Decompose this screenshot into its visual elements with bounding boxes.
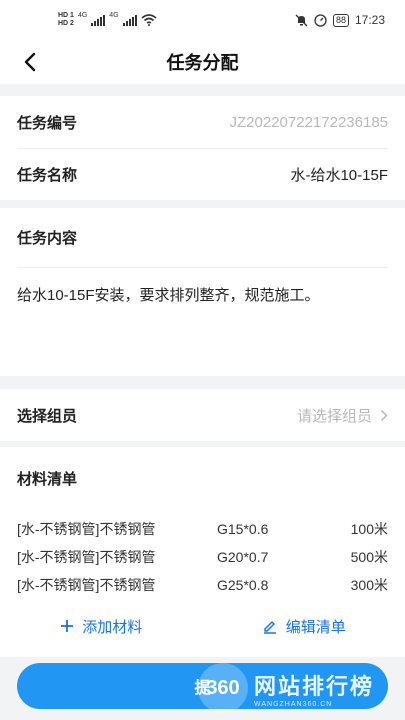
select-group-picker[interactable]: 请选择组员 [297,405,388,426]
mute-bell-icon [295,14,308,26]
material-spec: G20*0.7 [217,549,269,565]
material-qty: 500米 [350,549,388,565]
task-name-value: 水-给水10-15F [290,167,388,184]
material-qty: 300米 [350,577,388,593]
material-name: [水-不锈钢管]不锈钢管 [17,577,156,593]
add-material-label: 添加材料 [82,618,143,636]
material-row: [水-不锈钢管]不锈钢管 G15*0.6 100米 [17,515,388,543]
task-name-label: 任务名称 [17,167,78,184]
task-number-row: 任务编号 JZ20220722172236185 [17,96,388,148]
network1-label: 4G [77,12,88,19]
task-content-section: 任务内容 给水10-15F安装，要求排列整齐，规范施工。 [0,208,405,376]
submit-label: 提 [194,680,211,697]
task-info-section: 任务编号 JZ20220722172236185 任务名称 水-给水10-15F [0,96,405,200]
material-spec: G15*0.6 [217,521,269,537]
material-name: [水-不锈钢管]不锈钢管 [17,521,156,537]
edit-list-button[interactable]: 编辑清单 [203,616,405,637]
chevron-left-icon [24,52,36,72]
hd-indicator: HD 1 HD 2 [58,12,74,28]
materials-actions: 添加材料 编辑清单 [0,599,405,653]
material-row: [水-不锈钢管]不锈钢管 G25*0.8 300米 [17,571,388,599]
material-row: [水-不锈钢管]不锈钢管 G20*0.7 500米 [17,543,388,571]
signal1-icon [91,14,106,26]
nav-bar: 任务分配 [0,40,405,84]
task-name-row: 任务名称 水-给水10-15F [17,148,388,200]
edit-list-label: 编辑清单 [285,618,346,636]
speedometer-icon [314,13,327,27]
page-title: 任务分配 [166,53,239,73]
material-name: [水-不锈钢管]不锈钢管 [17,549,156,565]
plus-icon [61,620,74,632]
hd1-label: HD 1 [58,12,74,19]
hd2-label: HD 2 [58,20,74,27]
chevron-right-icon [380,409,388,421]
add-material-button[interactable]: 添加材料 [0,616,203,637]
materials-title: 材料清单 [17,470,78,488]
select-group-placeholder: 请选择组员 [296,407,372,425]
clock: 17:23 [354,13,385,27]
status-left: HD 1 HD 2 4G 4G [58,12,157,28]
task-number-value: JZ20220722172236185 [229,113,388,131]
edit-pencil-icon [263,621,276,634]
back-button[interactable] [16,48,44,76]
materials-section: 材料清单 [水-不锈钢管]不锈钢管 G15*0.6 100米 [水-不锈钢管]不… [0,447,405,657]
status-bar: HD 1 HD 2 4G 4G 88 17:23 [0,0,405,40]
task-number-label: 任务编号 [17,114,78,132]
task-content-title: 任务内容 [17,208,388,268]
network2-label: 4G [109,12,119,19]
signal2-icon [122,14,137,26]
group-section: 选择组员 请选择组员 [0,389,405,441]
select-group-label: 选择组员 [17,407,78,425]
task-content-text: 给水10-15F安装，要求排列整齐，规范施工。 [17,287,320,304]
wifi-icon [141,14,157,26]
material-qty: 100米 [350,521,388,537]
submit-button[interactable]: 提 [17,663,388,709]
select-group-row[interactable]: 选择组员 请选择组员 [17,389,388,441]
battery-icon: 88 [332,13,349,27]
material-spec: G25*0.8 [217,577,269,593]
status-right: 88 17:23 [295,13,385,27]
